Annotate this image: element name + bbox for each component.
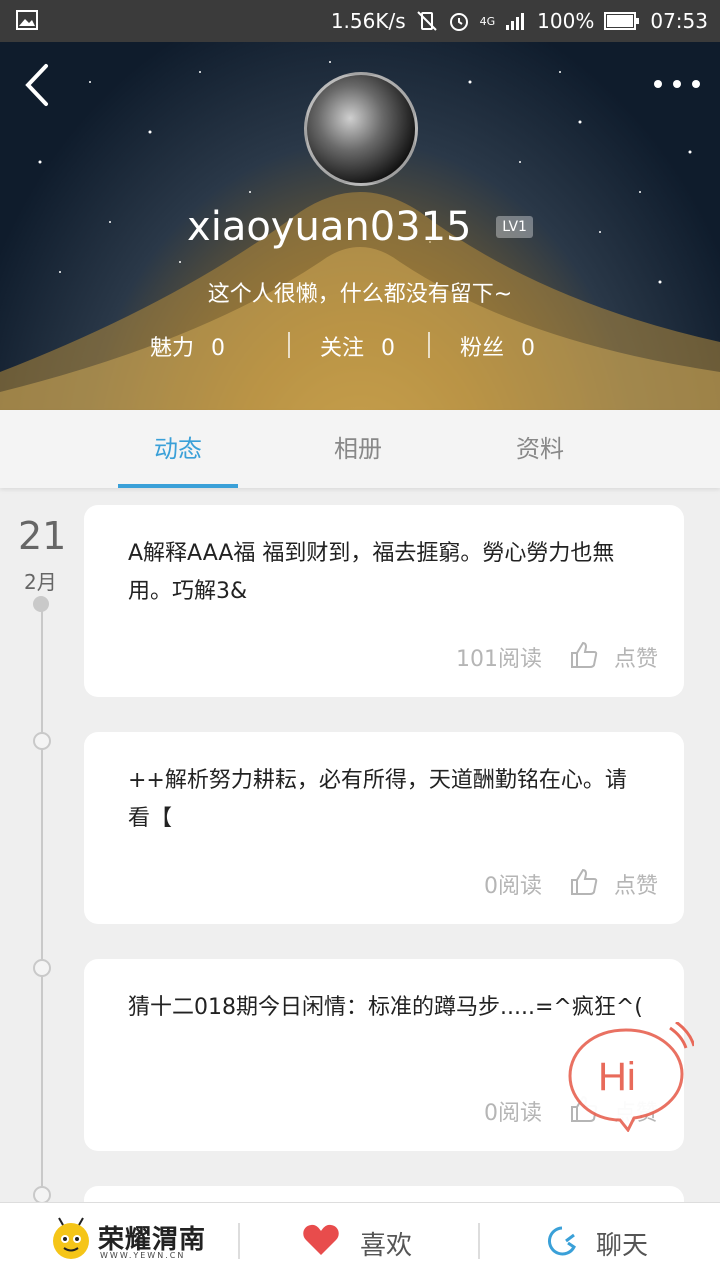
avatar[interactable] [304,72,418,186]
site-logo[interactable]: 荣耀渭南 WWW.YEWN.CN [48,1211,208,1271]
bottom-divider [238,1223,240,1259]
bio: 这个人很懒，什么都没有留下~ [207,282,513,307]
chat-action[interactable]: 聊天 [546,1203,686,1281]
username-row: xiaoyuan0315 LV1 [0,202,720,250]
heart-icon [303,1224,339,1255]
clock: 07:53 [650,9,708,33]
hi-label: Hi [598,1055,636,1099]
bee-mascot-icon [53,1217,89,1259]
stat-following-value: 0 [381,336,396,361]
more-options-button[interactable] [652,74,702,94]
post-read-count: 101阅读 [456,647,542,672]
image-notification-icon [16,10,38,30]
post-read-count: 0阅读 [484,1101,542,1126]
stat-divider [288,332,290,358]
network-type: 4G [479,14,496,28]
level-badge: LV1 [496,216,533,238]
timeline-line [41,604,43,1204]
timeline-day: 21 [18,514,67,558]
signal-icon [506,13,525,30]
post-read-count: 0阅读 [484,874,542,899]
timeline-dot [33,959,51,977]
bottom-divider [478,1223,480,1259]
logo-url: WWW.YEWN.CN [100,1251,186,1260]
battery-percent: 100% [537,9,595,33]
stat-divider [428,332,430,358]
thumbs-up-icon[interactable] [570,641,598,669]
timeline-dot [33,732,51,750]
stat-charm[interactable]: 魅力 0 [150,330,225,362]
stat-followers-label: 粉丝 [460,336,505,361]
active-tab-indicator [118,484,238,488]
like-button[interactable]: 点赞 [614,868,658,900]
post-card[interactable]: A解释AAA福 福到财到，福去捱窮。勞心勞力也無用。巧解3& 101阅读 点赞 [84,505,684,697]
post-card[interactable]: ++解析努力耕耘，必有所得，天道酬勤铭在心。请看【 0阅读 点赞 [84,732,684,924]
stat-charm-label: 魅力 [150,336,195,361]
chat-icon [547,1226,576,1256]
bottom-bar: 荣耀渭南 WWW.YEWN.CN 喜欢 聊天 [0,1202,720,1281]
hi-chat-bubble[interactable]: Hi [564,1022,694,1132]
post-text: ++解析努力耕耘，必有所得，天道酬勤铭在心。请看【 [128,768,627,831]
stat-following-label: 关注 [320,336,365,361]
network-speed: 1.56K/s [330,9,406,33]
alarm-icon [449,13,468,31]
tab-activity[interactable]: 动态 [118,410,238,488]
timeline-dot [33,596,49,612]
profile-header: xiaoyuan0315 LV1 这个人很懒，什么都没有留下~ 魅力 0 关注 … [0,42,720,410]
stat-followers[interactable]: 粉丝 0 [460,330,535,362]
vibrate-icon [416,11,437,31]
thumbs-up-icon[interactable] [570,868,598,896]
battery-icon [604,12,640,30]
like-button[interactable]: 点赞 [614,641,658,673]
back-button[interactable] [18,62,58,108]
stat-followers-value: 0 [521,336,536,361]
chat-label: 聊天 [596,1231,649,1261]
like-label: 喜欢 [360,1231,413,1261]
like-action[interactable]: 喜欢 [300,1203,440,1281]
tab-profile-info[interactable]: 资料 [480,410,600,488]
stat-charm-value: 0 [211,336,226,361]
tab-album[interactable]: 相册 [298,410,418,488]
stat-following[interactable]: 关注 0 [320,330,395,362]
timeline-month: 2月 [24,570,57,594]
username: xiaoyuan0315 [187,204,472,250]
status-bar: 1.56K/s 4G 100% 07:53 [0,0,720,42]
profile-tabs: 动态 相册 资料 [0,410,720,488]
post-text: A解释AAA福 福到财到，福去捱窮。勞心勞力也無用。巧解3& [128,541,615,604]
